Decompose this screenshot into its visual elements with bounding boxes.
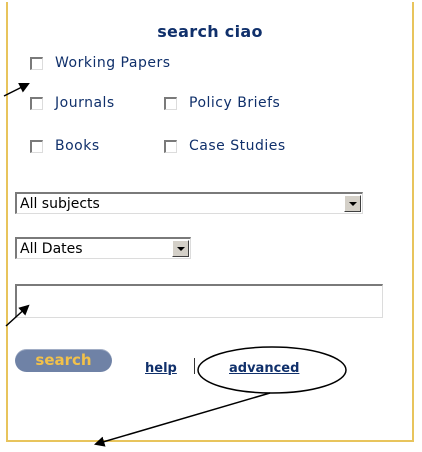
arrow-icon [5, 304, 30, 327]
arrow-icon [3, 83, 30, 97]
annotation-overlay [3, 83, 347, 447]
arrow-icon [93, 392, 271, 447]
ellipse-icon [197, 346, 347, 394]
